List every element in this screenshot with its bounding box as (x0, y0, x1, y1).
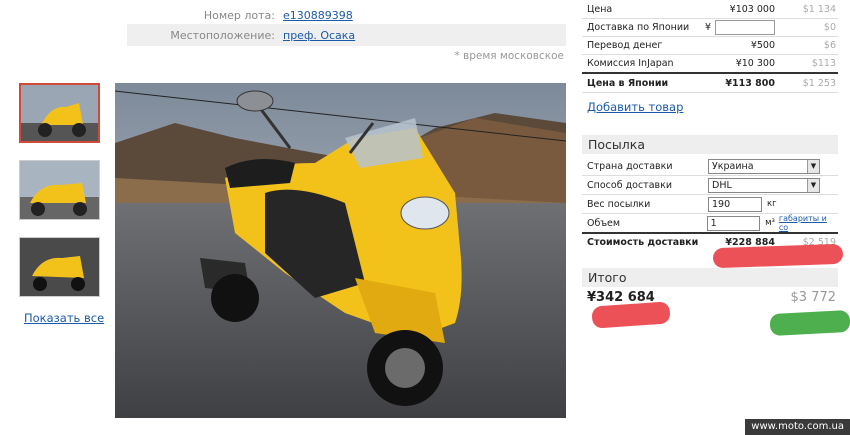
volume-row: Объем 1 м³ габариты и со (582, 214, 838, 232)
location-link[interactable]: преф. Осака (283, 29, 355, 42)
divider (582, 92, 838, 93)
time-note: * время московское (454, 50, 564, 62)
lot-number-label: Номер лота: (203, 8, 275, 22)
price-row-item: Цена ¥103 000 $1 134 (587, 3, 836, 15)
thumbnail-1[interactable] (19, 83, 100, 143)
domestic-shipping-input[interactable] (715, 19, 775, 35)
main-photo[interactable] (115, 83, 566, 418)
add-item-link[interactable]: Добавить товар (587, 100, 683, 114)
country-select[interactable]: Украина ▼ (708, 158, 820, 174)
scooter-thumb-image (20, 238, 99, 296)
price-row-transfer: Перевод денег ¥500 $6 (587, 39, 836, 51)
scooter-thumb-image (20, 161, 99, 219)
total-usd: $3 772 (790, 290, 837, 305)
show-all-link[interactable]: Показать все (24, 311, 104, 325)
dropdown-arrow-icon: ▼ (807, 178, 819, 192)
location-label: Местоположение: (170, 28, 275, 42)
red-highlight-mark (712, 243, 844, 269)
shipping-country-row: Страна доставки Украина ▼ (582, 157, 838, 175)
summary-section-title: Итого (582, 268, 838, 287)
weight-input[interactable]: 190 (708, 196, 762, 212)
green-highlight-mark (769, 309, 850, 337)
watermark: www.moto.com.ua (745, 419, 850, 435)
lot-number-row: Номер лота: e130889398 (127, 4, 566, 26)
price-row-japan-total: Цена в Японии ¥113 800 $1 253 (587, 77, 836, 89)
lot-number-link[interactable]: e130889398 (283, 9, 353, 22)
price-row-domestic-shipping: Доставка по Японии ¥ $0 (587, 19, 836, 35)
shipping-section-title: Посылка (582, 135, 838, 154)
thumbnail-2[interactable] (19, 160, 100, 220)
price-row-commission: Комиссия InJapan ¥10 300 $113 (587, 57, 836, 69)
dropdown-arrow-icon: ▼ (807, 159, 819, 173)
thumbnail-3[interactable] (19, 237, 100, 297)
weight-row: Вес посылки 190 кг (587, 196, 777, 212)
red-highlight-mark (591, 301, 671, 329)
dimensions-link[interactable]: габариты и со (779, 214, 838, 232)
volume-input[interactable]: 1 (706, 215, 761, 231)
shipping-method-row: Способ доставки DHL ▼ (582, 176, 838, 194)
scooter-thumb-image (21, 85, 98, 141)
scooter-photo (115, 83, 566, 418)
location-row: Местоположение: преф. Осака (127, 24, 566, 46)
method-select[interactable]: DHL ▼ (708, 177, 820, 193)
